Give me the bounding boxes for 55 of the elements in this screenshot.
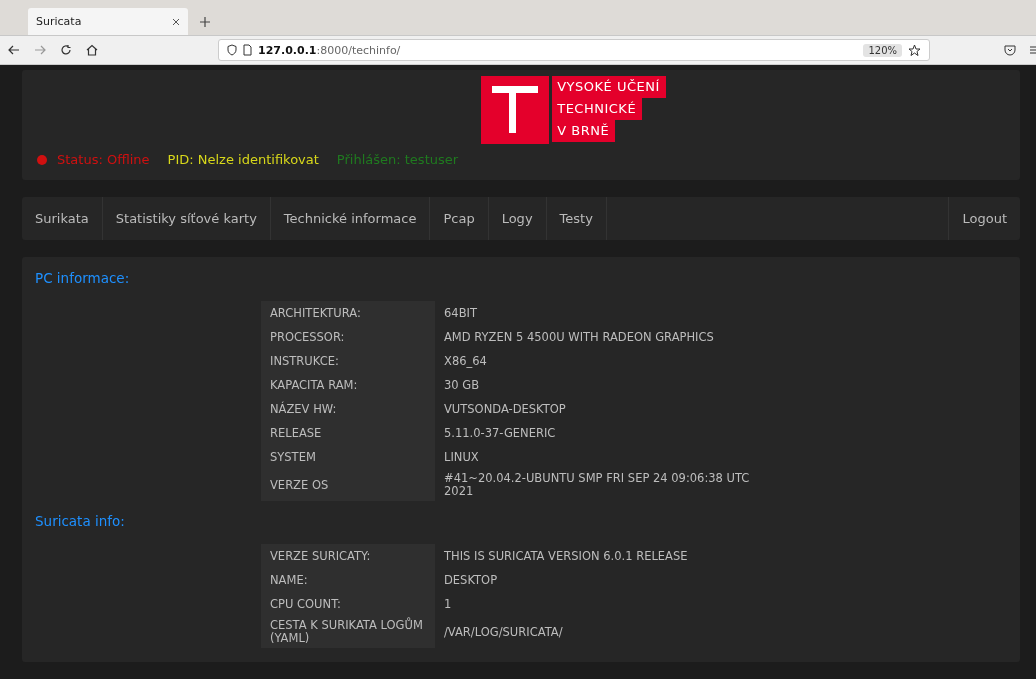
tab-title: Suricata bbox=[36, 15, 82, 28]
back-icon[interactable] bbox=[8, 45, 20, 55]
status-text: PID: Nelze identifikovat bbox=[167, 152, 319, 167]
table-cell: VERZE OS bbox=[261, 469, 435, 501]
close-icon[interactable] bbox=[172, 17, 180, 26]
section-title: PC informace: bbox=[35, 270, 131, 286]
logo-text: TECHNICKÉ bbox=[552, 98, 643, 120]
table-cell-text: 5.11.0-37-GENERIC bbox=[443, 424, 557, 442]
table-cell: RELEASE bbox=[261, 421, 435, 445]
table-cell-text: /VAR/LOG/SURICATA/ bbox=[443, 623, 564, 641]
section-title: Suricata info: bbox=[35, 513, 126, 529]
table-cell: CPU COUNT: bbox=[261, 592, 435, 616]
reload-icon[interactable] bbox=[60, 44, 72, 56]
logout-link[interactable]: Logout bbox=[949, 197, 1020, 240]
nav-link[interactable]: Testy bbox=[546, 197, 607, 240]
address-bar[interactable]: 127.0.0.1:8000/techinfo/ 120% bbox=[218, 39, 930, 61]
status-text: Přihlášen: testuser bbox=[336, 152, 459, 167]
table-cell-text: AMD RYZEN 5 4500U WITH RADEON GRAPHICS bbox=[443, 328, 715, 346]
nav-link[interactable]: Surikata bbox=[22, 197, 103, 240]
table-cell: SYSTEM bbox=[261, 445, 435, 469]
table-cell-text: 1 bbox=[443, 595, 453, 613]
star-icon[interactable] bbox=[908, 43, 921, 57]
status-text: Status: Offline bbox=[57, 152, 150, 167]
pocket-icon[interactable] bbox=[1004, 44, 1016, 56]
table-cell: CESTA K SURIKATA LOGŮM (YAML) bbox=[261, 616, 435, 648]
url-text: 127.0.0.1:8000/techinfo/ bbox=[258, 43, 402, 57]
table-cell: NÁZEV HW: bbox=[261, 397, 435, 421]
table-cell: NAME: bbox=[261, 568, 435, 592]
browser-tab[interactable]: Suricata bbox=[28, 8, 188, 35]
table-cell: PROCESSOR: bbox=[261, 325, 435, 349]
table-cell-text: 64BIT bbox=[443, 304, 478, 322]
new-tab-icon[interactable] bbox=[200, 17, 210, 27]
page-icon bbox=[243, 44, 252, 56]
table-cell-text: DESKTOP bbox=[443, 571, 499, 589]
zoom-badge[interactable]: 120% bbox=[863, 43, 902, 57]
table-cell-text: #41~20.04.2-UBUNTU SMP FRI SEP 24 09:06:38 UTC 2021 bbox=[443, 470, 751, 500]
table-cell-text: THIS IS SURICATA VERSION 6.0.1 RELEASE bbox=[443, 547, 689, 565]
table-cell-text: VUTSONDA-DESKTOP bbox=[443, 400, 567, 418]
logo-text: V BRNĚ bbox=[552, 120, 616, 142]
logo-icon bbox=[481, 76, 550, 144]
table-cell-text: X86_64 bbox=[443, 352, 488, 370]
nav-link[interactable]: Statistiky síťové karty bbox=[102, 197, 271, 240]
shield-icon bbox=[227, 44, 237, 56]
nav-link[interactable]: Logy bbox=[488, 197, 547, 240]
table-cell: INSTRUKCE: bbox=[261, 349, 435, 373]
logo-text: VYSOKÉ UČENÍ bbox=[552, 76, 666, 98]
table-cell-text: 30 GB bbox=[443, 376, 481, 394]
nav-link[interactable]: Technické informace bbox=[270, 197, 431, 240]
menu-icon[interactable] bbox=[1030, 45, 1036, 55]
table-cell-text: LINUX bbox=[443, 448, 480, 466]
table-cell: VERZE SURICATY: bbox=[261, 544, 435, 568]
table-cell: ARCHITEKTURA: bbox=[261, 301, 435, 325]
home-icon[interactable] bbox=[86, 44, 98, 56]
table-cell: KAPACITA RAM: bbox=[261, 373, 435, 397]
nav-link[interactable]: Pcap bbox=[430, 197, 489, 240]
